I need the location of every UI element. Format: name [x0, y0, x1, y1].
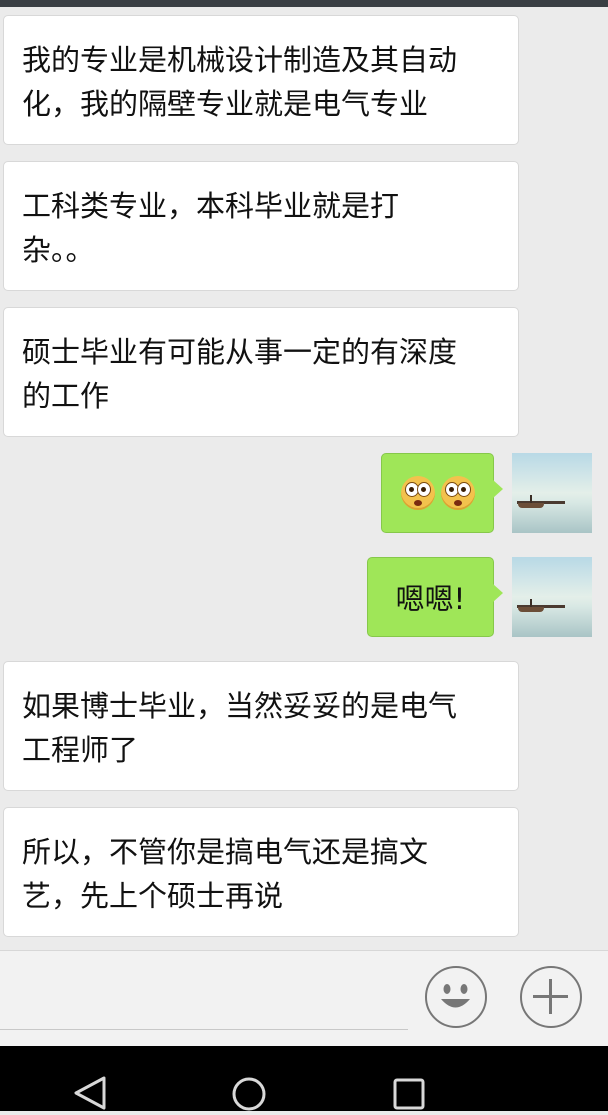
message-text-line: 工程师了 [22, 733, 139, 767]
message-text-line: 的工作 [22, 379, 110, 413]
input-underline [0, 1029, 408, 1030]
more-plus-button[interactable] [520, 966, 582, 1028]
incoming-message[interactable]: 硕士毕业有可能从事一定的有深度 的工作 [3, 307, 519, 437]
dizzy-face-emoji-icon [400, 476, 435, 510]
message-text: 嗯嗯! [395, 582, 466, 616]
recents-square-icon [393, 1078, 425, 1110]
recents-button[interactable] [379, 1046, 439, 1111]
home-button[interactable] [219, 1046, 279, 1111]
incoming-message[interactable]: 我的专业是机械设计制造及其自动 化，我的隔壁专业就是电气专业 [3, 15, 519, 145]
user-avatar[interactable] [512, 453, 592, 533]
message-input[interactable] [0, 951, 408, 1031]
message-text-line: 化，我的隔壁专业就是电气专业 [22, 87, 429, 121]
status-bar [0, 0, 608, 7]
message-text-line: 所以，不管你是搞电气还是搞文 [22, 835, 429, 869]
outgoing-message[interactable] [381, 453, 503, 533]
message-text-line: 如果博士毕业，当然妥妥的是电气 [22, 689, 458, 723]
dizzy-face-emoji-icon [440, 476, 475, 510]
emoji-button[interactable] [425, 966, 487, 1028]
user-avatar[interactable] [512, 557, 592, 637]
back-button[interactable] [60, 1046, 120, 1111]
input-bar [0, 950, 608, 1047]
chat-area[interactable]: 我的专业是机械设计制造及其自动 化，我的隔壁专业就是电气专业 工科类专业，本科毕… [0, 7, 608, 950]
back-triangle-icon [74, 1076, 106, 1110]
message-text-line: 工科类专业，本科毕业就是打 [22, 189, 400, 223]
message-text-line: 我的专业是机械设计制造及其自动 [22, 43, 458, 77]
emoji-smiley-icon [441, 984, 470, 1008]
message-text-line: 艺，先上个硕士再说 [22, 879, 284, 913]
message-text-line: 杂。。 [22, 233, 95, 267]
incoming-message[interactable]: 所以，不管你是搞电气还是搞文 艺，先上个硕士再说 [3, 807, 519, 937]
plus-icon [533, 979, 568, 1014]
home-circle-icon [232, 1077, 266, 1111]
message-text-line: 硕士毕业有可能从事一定的有深度 [22, 335, 458, 369]
incoming-message[interactable]: 工科类专业，本科毕业就是打 杂。。 [3, 161, 519, 291]
incoming-message[interactable]: 如果博士毕业，当然妥妥的是电气 工程师了 [3, 661, 519, 791]
outgoing-message[interactable]: 嗯嗯! [367, 557, 503, 637]
system-nav-bar [0, 1046, 608, 1111]
